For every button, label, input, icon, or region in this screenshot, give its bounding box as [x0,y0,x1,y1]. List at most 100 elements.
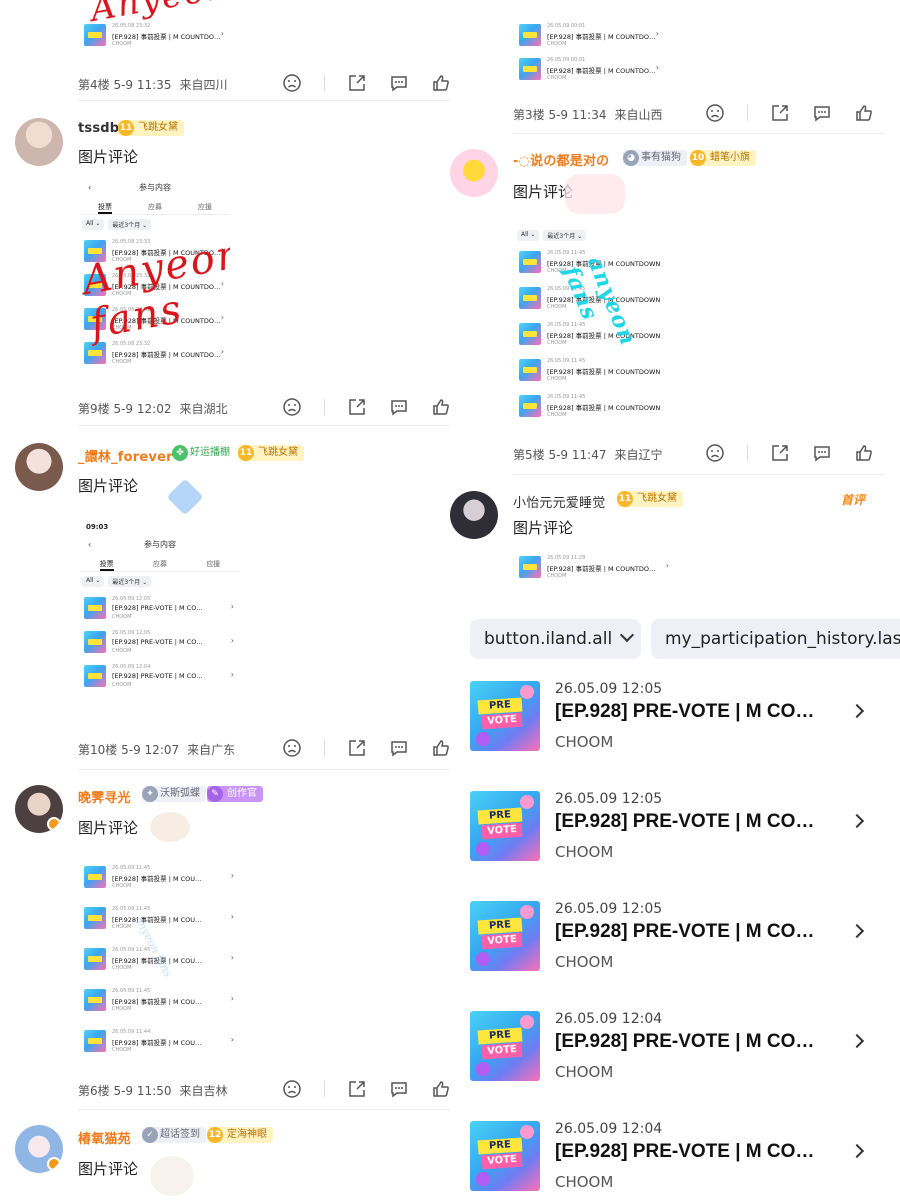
avatar[interactable] [15,443,63,491]
comment-image[interactable]: All ⌄ 最近3个月 ⌄ 26.05.09 11:45 [EP.928] 事前投票… [515,226,675,426]
mini-list-item: 26.05.09 00:01 [EP.928] 事前投票 | M COUNTDO…… [515,52,665,86]
pet-badge[interactable]: ◕ 事有猫狗 [623,150,687,166]
fan-level-badge[interactable]: 10 蜡笔小旗 [690,150,756,166]
comment-actions [683,103,874,123]
history-row[interactable]: PRE VOTE 26.05.09 12:05 [EP.928] PRE-VOTE… [470,681,890,761]
comment-image[interactable]: ‹ 参与内容 投票 应募 应援 All ⌄ 最近3个月 ⌄ 26.05.08 23:33… [80,177,230,377]
avatar[interactable] [15,118,63,166]
pre-vote-thumbnail: PRE VOTE [470,901,540,971]
mini-list-item: 26.05.09 12:05 [EP.928] PRE-VOTE | M CO… C… [80,591,240,625]
filter-history-dropdown[interactable]: my_participation_history.last_3 [651,619,900,659]
divider [324,1081,325,1097]
supertopic-badge[interactable]: ✦ 沃斯弧蝶 [142,786,206,802]
history-subtitle: CHOOM [555,1173,614,1191]
divider [78,769,450,770]
filter-all-dropdown[interactable]: button.iland.all [470,619,641,659]
comment-icon[interactable] [389,397,409,417]
share-icon[interactable] [770,443,790,463]
username[interactable]: _譞林_forever [78,446,173,465]
share-icon[interactable] [347,397,367,417]
mini-nav: ‹ 参与内容 [88,183,171,192]
history-title: [EP.928] PRE-VOTE | M CO… [555,811,815,832]
mini-filters: All ⌄ 最近3个月 ⌄ [80,215,230,234]
checkin-badge[interactable]: ✓ 超话签到 [142,1127,206,1143]
comment-meta: 第5楼 5-9 11:47 来自辽宁 [513,448,663,462]
divider [324,399,325,415]
history-date: 26.05.09 12:04 [555,1121,663,1137]
divider [78,1109,450,1110]
comment-icon[interactable] [389,738,409,758]
mini-list-item: 26.05.09 11:45 [EP.928] 事前投票 | M COUNTDOW… [515,281,675,317]
sad-face-icon[interactable] [282,1079,302,1099]
mini-list-item: 26.05.09 11:45 [EP.928] 事前投票 | M COUNTDOW… [515,353,675,389]
comment-last: 椿氧猫苑 ✓ 超话签到 12 定海神眼 图片评论 [10,1122,450,1200]
fan-level-badge[interactable]: 12 定海神眼 [207,1127,273,1143]
like-icon[interactable] [854,443,874,463]
history-subtitle: CHOOM [555,843,614,861]
username[interactable]: 晚霁寻光 [78,787,131,806]
comment-title: 图片评论 [78,148,139,166]
username[interactable]: -◌说の都是对の [513,150,609,169]
comment-image[interactable]: 26.05.08 23:32 [EP.928] 事前投票 | M COUNTDO… [80,0,230,55]
comment-floor-5: -◌说の都是对の ◕ 事有猫狗 10 蜡笔小旗 图片评论 All ⌄ 最近3个月 ⌄ … [445,146,885,475]
mini-nav: ‹ 参与内容 [88,540,176,549]
verified-icon [47,1157,61,1171]
lucky-badge[interactable]: ✤ 好运播棚 [172,445,236,461]
comment-actions [260,73,451,93]
divider [747,445,748,461]
comment-icon[interactable] [389,73,409,93]
mini-list-item: 26.05.09 11:45 [EP.928] 事前投票 | M COUNTDOW… [515,389,675,425]
fan-level-badge[interactable]: 11 飞跳女黛 [238,445,304,461]
history-row[interactable]: PRE VOTE 26.05.09 12:05 [EP.928] PRE-VOTE… [470,901,890,981]
cat-sticker [150,812,190,842]
share-icon[interactable] [770,103,790,123]
comment-floor-9: tssdb 11 飞跳女黛 图片评论 ‹ 参与内容 投票 应募 应援 All ⌄ 最近3个… [10,115,450,426]
username[interactable]: tssdb [78,121,119,136]
chevron-right-icon [849,1143,865,1159]
like-icon[interactable] [854,103,874,123]
history-title: [EP.928] PRE-VOTE | M CO… [555,921,815,942]
comment-image[interactable]: 26.05.09 11:45 [EP.928] 事前投票 | M COU… CHOO… [80,860,240,1070]
comment-icon[interactable] [812,103,832,123]
comment-icon[interactable] [389,1079,409,1099]
fan-level-badge[interactable]: 11 飞跳女黛 [617,491,683,507]
mini-filters: All ⌄ 最近3个月 ⌄ [80,572,240,591]
avatar[interactable] [450,149,498,197]
avatar[interactable] [15,785,63,833]
comment-meta: 第9楼 5-9 12:02 来自湖北 [78,402,228,416]
comment-image[interactable]: 26.05.09 00:01 [EP.928] 事前投票 | M COUNTDO…… [515,0,665,88]
sad-face-icon[interactable] [705,103,725,123]
sad-face-icon[interactable] [705,443,725,463]
history-row[interactable]: PRE VOTE 26.05.09 12:05 [EP.928] PRE-VOTE… [470,791,890,871]
pre-vote-thumbnail: PRE VOTE [470,1121,540,1191]
history-row[interactable]: PRE VOTE 26.05.09 12:04 [EP.928] PRE-VOTE… [470,1011,890,1091]
share-icon[interactable] [347,73,367,93]
creator-badge[interactable]: ✎ 创作官 [207,786,263,802]
share-icon[interactable] [347,1079,367,1099]
comment-image[interactable]: 26.05.09 11:28 [EP.928] 事前投票 | M COUNTDO…… [515,550,675,600]
history-date: 26.05.09 12:05 [555,791,663,807]
avatar[interactable] [450,491,498,539]
history-row[interactable]: PRE VOTE 26.05.09 12:04 [EP.928] PRE-VOTE… [470,1121,890,1200]
comment-floor-3: 26.05.09 00:01 [EP.928] 事前投票 | M COUNTDO…… [445,0,885,135]
sad-face-icon[interactable] [282,397,302,417]
username[interactable]: 小怡元元爱睡觉 [513,492,605,511]
mini-list-item: 26.05.09 11:45 [EP.928] 事前投票 | M COU… CHOO… [80,983,240,1024]
divider [513,474,885,475]
fan-level-badge[interactable]: 11 飞跳女黛 [118,120,184,136]
comment-icon[interactable] [812,443,832,463]
sad-face-icon[interactable] [282,73,302,93]
mini-title: [EP.928] 事前投票 | M COUNTDO… [112,33,221,41]
comment-floor-10: _譞林_forever ✤ 好运播棚 11 飞跳女黛 图片评论 09:03 ‹ 参与内… [10,440,450,770]
divider [513,133,885,134]
share-icon[interactable] [347,738,367,758]
sad-face-icon[interactable] [282,738,302,758]
avatar[interactable] [15,1125,63,1173]
comment-image[interactable]: 09:03 ‹ 参与内容 投票 应募 应援 All ⌄ 最近3个月 ⌄ 26.05.09… [80,520,240,720]
comment-first: 小怡元元爱睡觉 11 飞跳女黛 首评 图片评论 26.05.09 11:28 [EP… [445,488,885,603]
verified-icon [47,817,61,831]
comment-title: 图片评论 [78,477,139,495]
username[interactable]: 椿氧猫苑 [78,1128,131,1147]
chevron-right-icon: › [220,29,224,38]
mini-list-item: 26.05.09 11:44 [EP.928] 事前投票 | M COU… CHOO… [80,1024,240,1065]
